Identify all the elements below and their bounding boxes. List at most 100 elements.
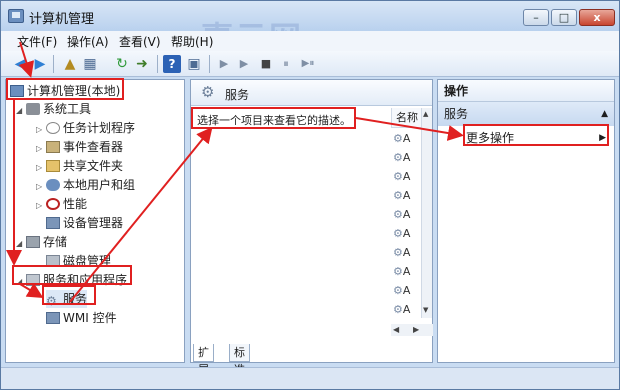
computer-management-window: 计算机管理 壹云网 – □ x 文件(F) 操作(A) 查看(V) 帮助(H) … <box>0 0 620 390</box>
tree-item-local-users[interactable]: ▷ 本地用户和组 <box>36 176 135 194</box>
vertical-scrollbar[interactable]: ▲ ▼ <box>421 108 432 318</box>
tree-item-wmi[interactable]: WMI 控件 <box>46 309 117 327</box>
submenu-arrow-icon: ▶ <box>599 133 606 143</box>
section-label: 服务 <box>444 107 469 121</box>
start-service-icon[interactable]: ▶ <box>215 55 233 73</box>
service-name: A <box>402 246 411 259</box>
actions-pane: 操作 服务 ▲ 更多操作 ▶ <box>437 79 615 363</box>
tree-item-performance[interactable]: ▷ 性能 <box>36 195 87 213</box>
close-button[interactable]: x <box>579 9 615 26</box>
help-icon[interactable]: ? <box>163 55 181 73</box>
horizontal-scrollbar[interactable]: ◀ ▶ <box>391 324 433 336</box>
expand-arrow-icon[interactable]: ▷ <box>36 159 46 177</box>
column-header-name[interactable]: 名称 <box>391 108 421 128</box>
tree-label: 事件查看器 <box>63 140 124 154</box>
menu-view[interactable]: 查看(V) <box>119 33 161 50</box>
collapse-arrow-icon[interactable]: ◢ <box>16 235 26 253</box>
tree-item-shared-folders[interactable]: ▷ 共享文件夹 <box>36 157 123 175</box>
scroll-up-arrow-icon[interactable]: ▲ <box>423 110 428 118</box>
service-row[interactable]: ⚙A <box>393 208 410 221</box>
shared-folder-icon <box>46 160 60 172</box>
tree-label: 任务计划程序 <box>63 121 136 135</box>
service-name: A <box>402 208 411 221</box>
gear-icon: ⚙ <box>393 151 403 164</box>
service-row[interactable]: ⚙A <box>393 246 410 259</box>
toolbar-separator <box>53 55 54 73</box>
tree-item-root[interactable]: 计算机管理(本地) <box>10 82 120 100</box>
refresh-icon[interactable]: ↻ <box>113 55 131 73</box>
navigation-tree: 计算机管理(本地) ◢ 系统工具 ▷ 任务计划程序 ▷ 事件查看器 ▷ 共享文件夹 ▷ 本… <box>5 79 185 363</box>
tree-item-system-tools[interactable]: ◢ 系统工具 <box>16 100 91 118</box>
collapse-arrow-icon[interactable]: ◢ <box>16 102 26 120</box>
gear-icon: ⚙ <box>393 246 403 259</box>
service-name: A <box>402 189 411 202</box>
back-arrow-icon[interactable]: ◀ <box>11 55 29 73</box>
menu-help[interactable]: 帮助(H) <box>171 33 213 50</box>
service-row[interactable]: ⚙A <box>393 151 410 164</box>
tree-item-task-scheduler[interactable]: ▷ 任务计划程序 <box>36 119 135 137</box>
minimize-button[interactable]: – <box>523 9 549 26</box>
expand-arrow-icon[interactable]: ▷ <box>36 121 46 139</box>
storage-icon <box>26 236 40 248</box>
stop-service-icon[interactable]: ■ <box>257 55 275 73</box>
expand-arrow-icon[interactable]: ▷ <box>36 140 46 158</box>
service-name: A <box>402 303 411 316</box>
export-list-icon[interactable]: ➜ <box>133 55 151 73</box>
tab-extended[interactable]: 扩展 <box>193 344 214 376</box>
tree-item-storage[interactable]: ◢ 存储 <box>16 233 67 251</box>
gear-icon: ⚙ <box>393 303 403 316</box>
more-actions-label: 更多操作 <box>466 131 515 145</box>
services-title: 服务 <box>225 88 250 102</box>
tree-item-event-viewer[interactable]: ▷ 事件查看器 <box>36 138 123 156</box>
services-header: ⚙ 服务 <box>191 80 432 106</box>
tree-item-services[interactable]: ⚙ 服务 <box>46 290 88 308</box>
gear-icon: ⚙ <box>393 208 403 221</box>
event-log-icon <box>46 141 60 153</box>
tree-label: 服务和应用程序 <box>43 273 128 287</box>
tree-item-disk-management[interactable]: 磁盘管理 <box>46 252 111 270</box>
scroll-left-arrow-icon[interactable]: ◀ <box>393 324 399 336</box>
tree-label: WMI 控件 <box>63 311 117 325</box>
gear-icon: ⚙ <box>393 189 403 202</box>
title-bar: 计算机管理 壹云网 – □ x <box>1 1 619 57</box>
service-row[interactable]: ⚙A <box>393 227 410 240</box>
up-folder-icon[interactable]: ▲ <box>61 55 79 73</box>
scroll-down-arrow-icon[interactable]: ▼ <box>423 306 428 314</box>
tree-item-services-and-apps[interactable]: ◢ 服务和应用程序 <box>16 271 127 289</box>
tree-label: 设备管理器 <box>63 216 124 230</box>
tree-label: 服务 <box>63 292 88 306</box>
show-hide-tree-icon[interactable]: ▦ <box>81 55 99 73</box>
clock-icon <box>46 122 60 134</box>
maximize-button[interactable]: □ <box>551 9 577 26</box>
start-service-alt-icon[interactable]: ▶ <box>235 55 253 73</box>
actions-section-services[interactable]: 服务 ▲ <box>438 102 614 126</box>
service-row[interactable]: ⚙A <box>393 189 410 202</box>
service-row[interactable]: ⚙A <box>393 303 410 316</box>
service-row[interactable]: ⚙A <box>393 132 410 145</box>
service-row[interactable]: ⚙A <box>393 265 410 278</box>
computer-management-icon <box>8 9 24 23</box>
expand-arrow-icon[interactable]: ▷ <box>36 197 46 215</box>
forward-arrow-icon[interactable]: ▶ <box>31 55 49 73</box>
expand-arrow-icon[interactable]: ▷ <box>36 178 46 196</box>
tools-icon <box>26 103 40 115</box>
tree-item-device-manager[interactable]: 设备管理器 <box>46 214 123 232</box>
service-row[interactable]: ⚙A <box>393 170 410 183</box>
menu-bar: 文件(F) 操作(A) 查看(V) 帮助(H) <box>1 31 619 51</box>
service-row[interactable]: ⚙A <box>393 284 410 297</box>
toolbar: ◀ ▶ ▲ ▦ ↻ ➜ ? ▣ ▶ ▶ ■ ⏸ ▶⏸ <box>1 51 619 77</box>
collapse-caret-icon[interactable]: ▲ <box>601 102 608 126</box>
restart-service-icon[interactable]: ▶⏸ <box>297 55 319 73</box>
menu-file[interactable]: 文件(F) <box>17 33 57 50</box>
pause-service-icon[interactable]: ⏸ <box>277 55 295 73</box>
properties-icon[interactable]: ▣ <box>185 55 203 73</box>
description-text: 选择一个项目来查看它的描述。 <box>197 114 351 127</box>
collapse-arrow-icon[interactable]: ◢ <box>16 273 26 291</box>
tab-standard[interactable]: 标准 <box>229 344 250 376</box>
scroll-right-arrow-icon[interactable]: ▶ <box>413 324 419 336</box>
menu-action[interactable]: 操作(A) <box>67 33 109 50</box>
more-actions-item[interactable]: 更多操作 ▶ <box>466 128 610 148</box>
tree-label: 系统工具 <box>43 102 92 116</box>
tree-label: 性能 <box>63 197 88 211</box>
service-name: A <box>402 284 411 297</box>
